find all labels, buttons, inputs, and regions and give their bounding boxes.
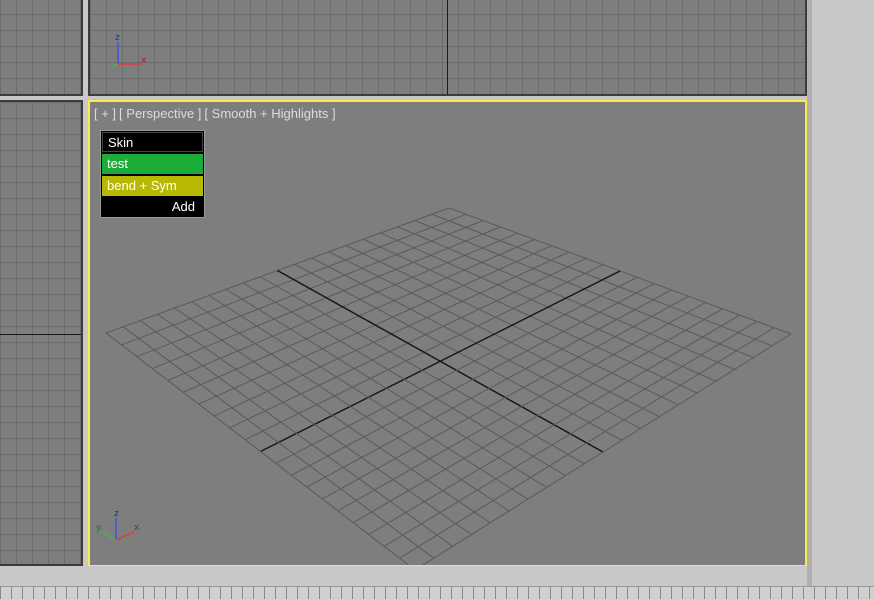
timeline-track[interactable] bbox=[0, 586, 874, 599]
grid-line bbox=[105, 332, 410, 565]
axis-x-label: x bbox=[134, 523, 140, 533]
layer-panel: Skin test bend + Sym Add bbox=[100, 130, 205, 218]
axis-y-label: y bbox=[96, 523, 102, 533]
layer-item-bend-sym[interactable]: bend + Sym bbox=[102, 176, 203, 196]
layer-item-skin[interactable]: Skin bbox=[102, 132, 203, 152]
grid-line bbox=[368, 314, 740, 535]
grid-line bbox=[399, 327, 775, 559]
layer-item-test[interactable]: test bbox=[102, 154, 203, 174]
world-axis-line bbox=[0, 334, 81, 335]
viewport-top[interactable] bbox=[0, 0, 83, 96]
axis-gizmo-icon: z x bbox=[111, 33, 147, 68]
axis-x-label: x bbox=[141, 56, 147, 66]
axis-z-label: z bbox=[115, 33, 120, 43]
viewport-separator bbox=[0, 566, 807, 586]
axis-z-label: z bbox=[114, 509, 119, 519]
viewport-left[interactable] bbox=[0, 100, 83, 566]
viewport-perspective[interactable]: [ + ][ Perspective ][ Smooth + Highlight… bbox=[88, 100, 807, 567]
viewport-front[interactable]: z x bbox=[88, 0, 807, 96]
world-axis-line bbox=[447, 0, 448, 94]
axis-gizmo-icon: z x y bbox=[96, 509, 140, 541]
add-layer-button[interactable]: Add bbox=[102, 198, 203, 216]
panel-divider bbox=[807, 0, 812, 598]
grid-line bbox=[122, 326, 435, 559]
